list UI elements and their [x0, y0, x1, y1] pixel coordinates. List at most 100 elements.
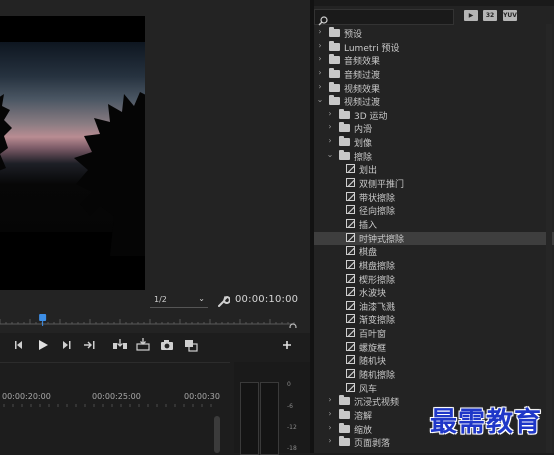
- insert-button[interactable]: [112, 338, 128, 352]
- tree-item-label: 螺旋框: [359, 343, 387, 354]
- effects-scrollbar[interactable]: [546, 24, 552, 453]
- compare-button[interactable]: [183, 338, 199, 352]
- wrench-icon[interactable]: [216, 293, 231, 307]
- tree-item-label: 油漆飞溅: [359, 302, 396, 313]
- effect-item-row[interactable]: 划出: [314, 163, 554, 176]
- effect-item-row[interactable]: 螺旋框: [314, 341, 554, 354]
- effect-item-row[interactable]: 径向擦除: [314, 204, 554, 217]
- 32bit-effects-icon[interactable]: 32: [483, 10, 497, 21]
- chevron-down-icon: ⌄: [198, 294, 205, 303]
- folder-icon: [329, 54, 340, 65]
- folder-icon: [339, 408, 350, 419]
- overwrite-button[interactable]: [135, 338, 151, 352]
- tree-item-label: 插入: [359, 220, 378, 231]
- camera-icon[interactable]: [159, 338, 175, 352]
- chevron-right-icon[interactable]: ›: [316, 54, 324, 63]
- effect-item-row[interactable]: 水波块: [314, 286, 554, 299]
- tree-silhouette-right: [74, 92, 145, 256]
- chevron-right-icon[interactable]: ›: [316, 82, 324, 91]
- effects-folder-row[interactable]: › 划像: [314, 136, 554, 149]
- yuv-effects-icon[interactable]: YUV: [503, 10, 517, 21]
- effects-folder-row[interactable]: › 内滑: [314, 122, 554, 135]
- step-back-button[interactable]: [12, 338, 28, 352]
- tree-item-label: 棋盘擦除: [359, 261, 396, 272]
- chevron-right-icon[interactable]: ›: [326, 136, 334, 145]
- accelerated-effects-icon[interactable]: ▶: [464, 10, 478, 21]
- effect-item-row[interactable]: 棋盘擦除: [314, 259, 554, 272]
- effects-search-input[interactable]: [314, 9, 454, 25]
- effect-item-row[interactable]: 时钟式擦除: [314, 231, 554, 245]
- folder-icon: [339, 149, 350, 160]
- play-button[interactable]: [35, 338, 51, 352]
- effects-folder-row[interactable]: › 3D 运动: [314, 108, 554, 122]
- folder-icon: [329, 67, 340, 78]
- folder-icon: [329, 95, 340, 106]
- chevron-right-icon[interactable]: ›: [326, 122, 334, 131]
- transition-effect-icon: [346, 355, 355, 365]
- effects-folder-row[interactable]: › 音频过渡: [314, 67, 554, 81]
- transition-effect-icon: [346, 287, 355, 297]
- duration-timecode: 00:00:10:00: [235, 294, 299, 305]
- video-preview[interactable]: [0, 16, 145, 290]
- out-point-handle: [289, 323, 297, 328]
- effect-item-row[interactable]: 油漆飞溅: [314, 300, 554, 313]
- chevron-right-icon[interactable]: ›: [316, 68, 324, 77]
- effect-item-row[interactable]: 随机块: [314, 354, 554, 367]
- tree-item-label: 预设: [344, 30, 363, 40]
- effect-item-row[interactable]: 棋盘: [314, 245, 554, 258]
- effect-item-row[interactable]: 楔形擦除: [314, 273, 554, 286]
- chevron-right-icon[interactable]: ›: [326, 395, 334, 404]
- folder-icon: [339, 395, 350, 406]
- transition-effect-icon: [346, 218, 355, 228]
- chevron-right-icon[interactable]: ›: [316, 41, 324, 50]
- monitor-time-ruler[interactable]: [0, 312, 298, 328]
- add-button-icon[interactable]: [279, 338, 295, 352]
- playback-resolution-select[interactable]: 1/2 ⌄: [150, 294, 208, 308]
- chevron-right-icon[interactable]: ›: [326, 109, 334, 118]
- tree-item-label: 内滑: [354, 125, 373, 136]
- folder-icon: [339, 122, 350, 133]
- go-to-out-button[interactable]: [82, 338, 98, 352]
- tree-item-label: 水波块: [359, 289, 387, 300]
- effects-folder-row[interactable]: › 预设: [314, 27, 554, 40]
- effects-folder-row[interactable]: ⌄ 视频过渡: [314, 95, 554, 108]
- effects-folder-row[interactable]: › 视频效果: [314, 81, 554, 95]
- effect-item-row[interactable]: 百叶窗: [314, 327, 554, 340]
- transition-effect-icon: [346, 341, 355, 351]
- tree-item-label: 棋盘: [359, 248, 378, 259]
- effect-item-row[interactable]: 带状擦除: [314, 191, 554, 204]
- effects-folder-row[interactable]: › Lumetri 预设: [314, 40, 554, 54]
- transition-effect-icon: [346, 232, 355, 242]
- chevron-down-icon[interactable]: ⌄: [326, 150, 334, 159]
- transition-effect-icon: [346, 205, 355, 215]
- tree-item-label: 视频效果: [344, 84, 381, 95]
- folder-icon: [339, 108, 350, 119]
- step-forward-button[interactable]: [58, 338, 74, 352]
- chevron-right-icon[interactable]: ›: [326, 436, 334, 445]
- db-label: 0: [287, 381, 291, 388]
- effect-item-row[interactable]: 风车: [314, 382, 554, 395]
- effect-item-row[interactable]: 随机擦除: [314, 368, 554, 381]
- folder-icon: [329, 27, 340, 37]
- effect-item-row[interactable]: 插入: [314, 218, 554, 231]
- tree-item-label: 楔形擦除: [359, 275, 396, 286]
- transition-effect-icon: [346, 273, 355, 283]
- effect-item-row[interactable]: 双侧平推门: [314, 177, 554, 190]
- tree-item-label: 缩放: [354, 425, 373, 436]
- audio-meter-left: [240, 382, 259, 455]
- tree-item-label: 页面剥落: [354, 439, 391, 450]
- effects-folder-row[interactable]: ⌄ 擦除: [314, 149, 554, 163]
- chevron-down-icon[interactable]: ⌄: [316, 95, 324, 104]
- tree-item-label: 百叶窗: [359, 330, 387, 341]
- effect-item-row[interactable]: 渐变擦除: [314, 313, 554, 326]
- tree-item-label: 沉浸式视频: [354, 398, 400, 409]
- timeline-scrollbar[interactable]: [214, 416, 220, 453]
- effects-folder-row[interactable]: › 音频效果: [314, 54, 554, 67]
- chevron-right-icon[interactable]: ›: [316, 27, 324, 36]
- chevron-right-icon[interactable]: ›: [326, 409, 334, 418]
- tree-item-label: 视频过渡: [344, 98, 381, 109]
- transition-effect-icon: [346, 259, 355, 269]
- transition-effect-icon: [346, 191, 355, 201]
- chevron-right-icon[interactable]: ›: [326, 423, 334, 432]
- tree-item-label: 音频效果: [344, 57, 381, 68]
